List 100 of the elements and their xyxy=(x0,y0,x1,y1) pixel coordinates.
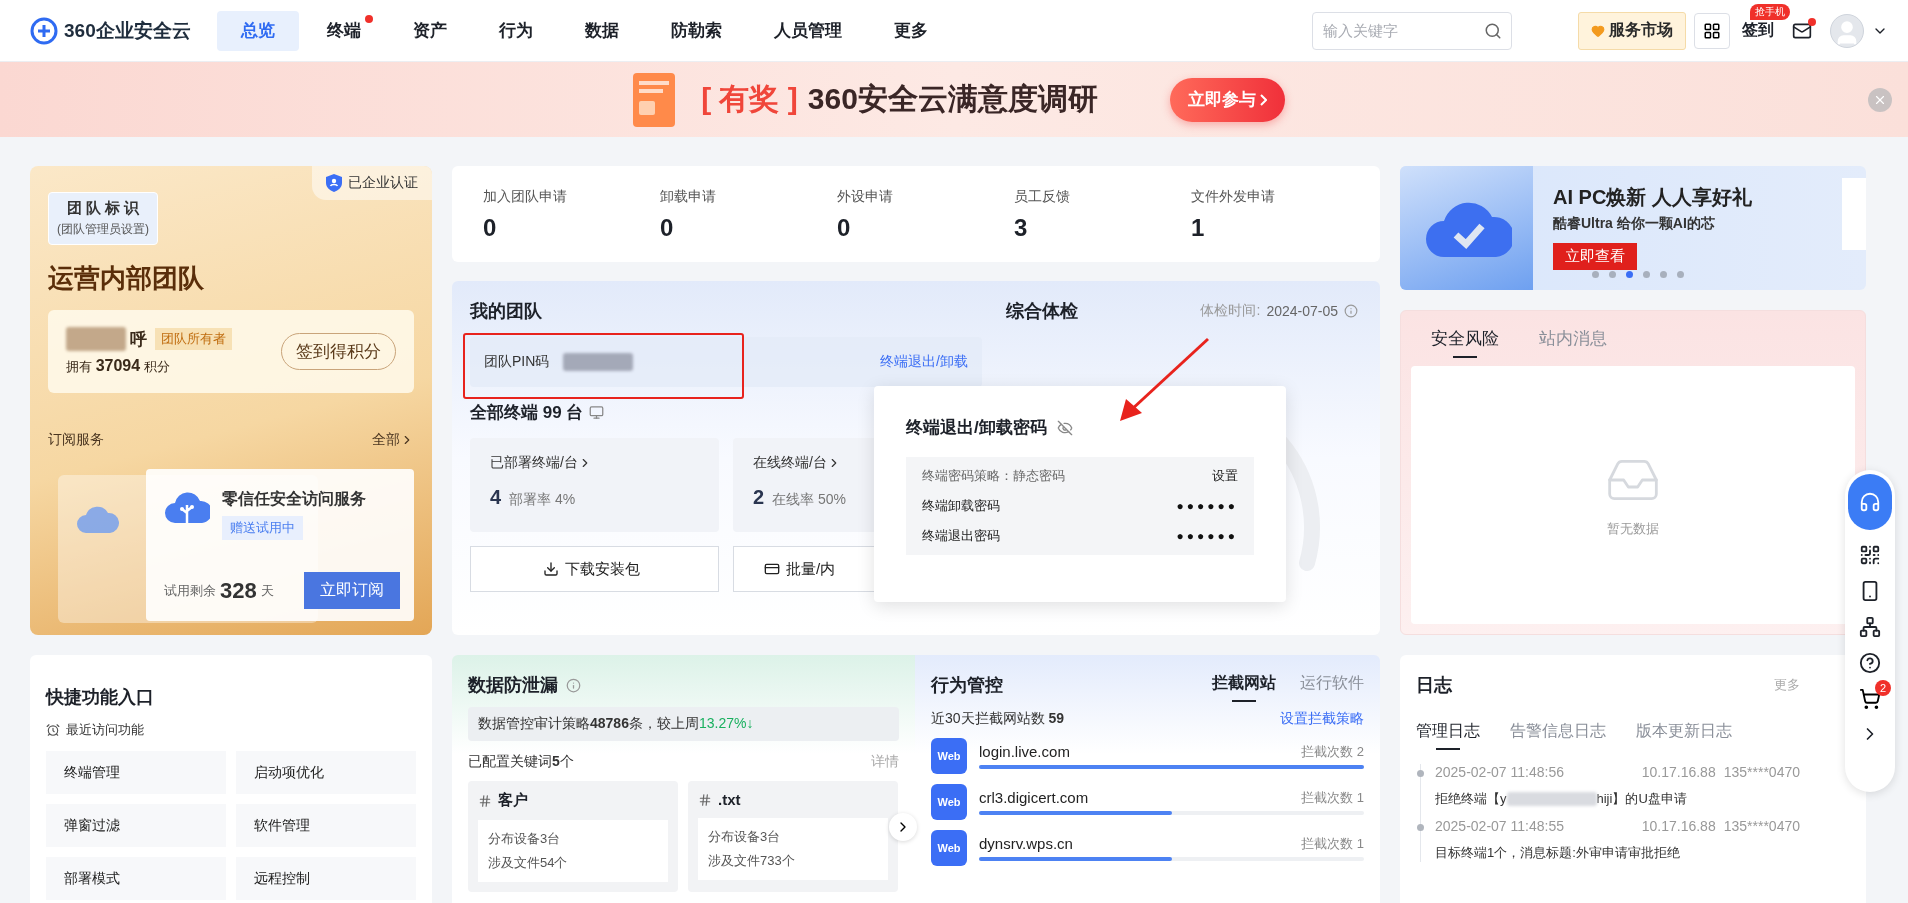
heart-icon xyxy=(1591,23,1605,38)
hash-icon xyxy=(478,793,492,808)
search-field[interactable]: 输入关键字 xyxy=(1312,11,1512,50)
points-text: 拥有 37094 积分 xyxy=(66,357,171,376)
log-time: 2025-02-07 11:48:55 xyxy=(1435,818,1564,834)
nav-tab[interactable]: 更多 xyxy=(869,10,952,51)
site-domain: login.live.com xyxy=(979,743,1070,761)
request-label[interactable]: 卸载申请 xyxy=(660,188,716,206)
block-policy-link[interactable]: 设置拦截策略 xyxy=(1280,710,1364,728)
file-count: 涉及文件733个 xyxy=(708,852,796,870)
qr-code-icon[interactable] xyxy=(1859,544,1881,566)
recent-label: 最近访问功能 xyxy=(66,721,144,739)
nav-tab[interactable]: 行为 xyxy=(474,10,557,51)
site-domain: crl3.digicert.com xyxy=(979,789,1089,807)
shield-icon xyxy=(326,174,342,192)
log-message: 拒绝终端【y xyxy=(1435,790,1507,808)
trial-unit: 天 xyxy=(260,581,274,600)
stat-link[interactable]: 在线终端/台 xyxy=(753,454,841,472)
nav-tab[interactable]: 资产 xyxy=(388,10,471,51)
timeline-dot xyxy=(1417,770,1424,777)
terminal-total: 全部终端 99 台 xyxy=(470,402,584,424)
stat-link[interactable]: 已部署终端/台 xyxy=(490,454,592,472)
support-button[interactable] xyxy=(1848,474,1892,530)
nav-tab[interactable]: 终端 xyxy=(302,10,385,51)
monitor-icon xyxy=(589,405,605,420)
carousel-dot[interactable] xyxy=(1609,271,1616,278)
carousel-dot[interactable] xyxy=(1643,271,1650,278)
search-icon[interactable] xyxy=(1484,21,1502,40)
nav-tab[interactable]: 防勒索 xyxy=(646,10,746,51)
tab[interactable]: 管理日志 xyxy=(1416,721,1480,750)
promo-badge: 抢手机 xyxy=(1750,4,1790,20)
request-count[interactable]: 0 xyxy=(837,214,851,242)
popover-title: 终端退出/卸载密码 xyxy=(906,417,1047,439)
nav-tab[interactable]: 总览 xyxy=(216,10,299,51)
tab[interactable]: 拦截网站 xyxy=(1212,673,1276,702)
ad-title: AI PC焕新 人人享好礼 xyxy=(1553,185,1752,210)
stat-rate: 在线率 50% xyxy=(772,491,847,509)
service-market-button[interactable]: 服务市场 xyxy=(1578,11,1686,50)
request-count[interactable]: 0 xyxy=(660,214,674,242)
request-label[interactable]: 文件外发申请 xyxy=(1191,188,1275,206)
settings-link[interactable]: 设置 xyxy=(1212,467,1238,485)
checkin-link[interactable]: 签到 xyxy=(1742,21,1774,38)
shortcut-item[interactable]: 弹窗过滤 xyxy=(46,804,226,847)
request-count[interactable]: 1 xyxy=(1191,214,1205,242)
info-icon xyxy=(566,677,581,693)
shortcut-item[interactable]: 启动项优化 xyxy=(236,751,416,794)
carousel-dot[interactable] xyxy=(1660,271,1667,278)
web-icon: Web xyxy=(931,784,967,820)
exit-uninstall-link[interactable]: 终端退出/卸载 xyxy=(880,353,968,371)
shortcut-item[interactable]: 远程控制 xyxy=(236,857,416,900)
section-title: 日志 xyxy=(1416,674,1452,697)
stat-rate: 部署率 4% xyxy=(509,491,576,509)
carousel-dot[interactable] xyxy=(1677,271,1684,278)
pin-label: 团队PIN码 xyxy=(484,353,550,371)
web-icon: Web xyxy=(931,738,967,774)
carousel-dot[interactable] xyxy=(1626,271,1633,278)
shortcut-item[interactable]: 部署模式 xyxy=(46,857,226,900)
verified-text: 已企业认证 xyxy=(348,174,418,192)
banner-title: 360安全云满意度调研 xyxy=(807,81,1098,117)
request-count[interactable]: 3 xyxy=(1014,214,1028,242)
cloud-icon xyxy=(76,505,120,535)
role-tag: 团队所有者 xyxy=(155,328,232,350)
subscribe-button[interactable]: 立即订阅 xyxy=(304,572,400,609)
help-icon[interactable] xyxy=(1859,652,1881,674)
device-count: 分布设备3台 xyxy=(708,828,782,846)
card-icon xyxy=(764,561,780,577)
timeline-dot xyxy=(1417,824,1424,831)
blocked-sites-count: 近30天拦截网站数 59 xyxy=(931,710,1065,728)
tab[interactable]: 安全风险 xyxy=(1431,327,1499,358)
headset-icon xyxy=(1859,491,1881,513)
request-label[interactable]: 员工反馈 xyxy=(1014,188,1070,206)
keyword-name: .txt xyxy=(718,791,741,808)
view-now-button[interactable]: 立即查看 xyxy=(1553,243,1637,270)
request-label[interactable]: 加入团队申请 xyxy=(483,188,567,206)
checkup-time-label: 体检时间: xyxy=(1200,302,1261,320)
masked-password: ●●●●●● xyxy=(1176,529,1238,543)
shortcut-item[interactable]: 软件管理 xyxy=(236,804,416,847)
stat-value: 4 xyxy=(490,486,502,509)
log-time: 2025-02-07 11:48:56 xyxy=(1435,764,1564,780)
request-count[interactable]: 0 xyxy=(483,214,497,242)
carousel-dot[interactable] xyxy=(1592,271,1599,278)
network-icon[interactable] xyxy=(1859,616,1881,638)
request-label[interactable]: 外设申请 xyxy=(837,188,893,206)
shortcut-item[interactable]: 终端管理 xyxy=(46,751,226,794)
block-count: 拦截次数 1 xyxy=(1301,789,1364,807)
alarm-clock-icon xyxy=(46,723,60,737)
all-link[interactable]: 全部 xyxy=(372,431,414,449)
eye-off-icon[interactable] xyxy=(1056,419,1073,436)
log-message: 目标终端1个，消息标题:外审申请审批拒绝 xyxy=(1435,844,1680,862)
block-count: 拦截次数 1 xyxy=(1301,835,1364,853)
log-ip: 10.17.16.88 xyxy=(1641,764,1716,780)
empty-text: 暂无数据 xyxy=(1607,520,1659,538)
trial-tag: 赠送试用中 xyxy=(222,516,303,540)
web-icon: Web xyxy=(931,830,967,866)
download-button[interactable]: 下载安装包 xyxy=(470,546,719,592)
nav-tab[interactable]: 数据 xyxy=(560,10,643,51)
apps-button[interactable] xyxy=(1694,12,1730,49)
blurred-name xyxy=(66,327,126,351)
nav-tab[interactable]: 人员管理 xyxy=(749,10,866,51)
cart-icon[interactable] xyxy=(1859,688,1881,710)
